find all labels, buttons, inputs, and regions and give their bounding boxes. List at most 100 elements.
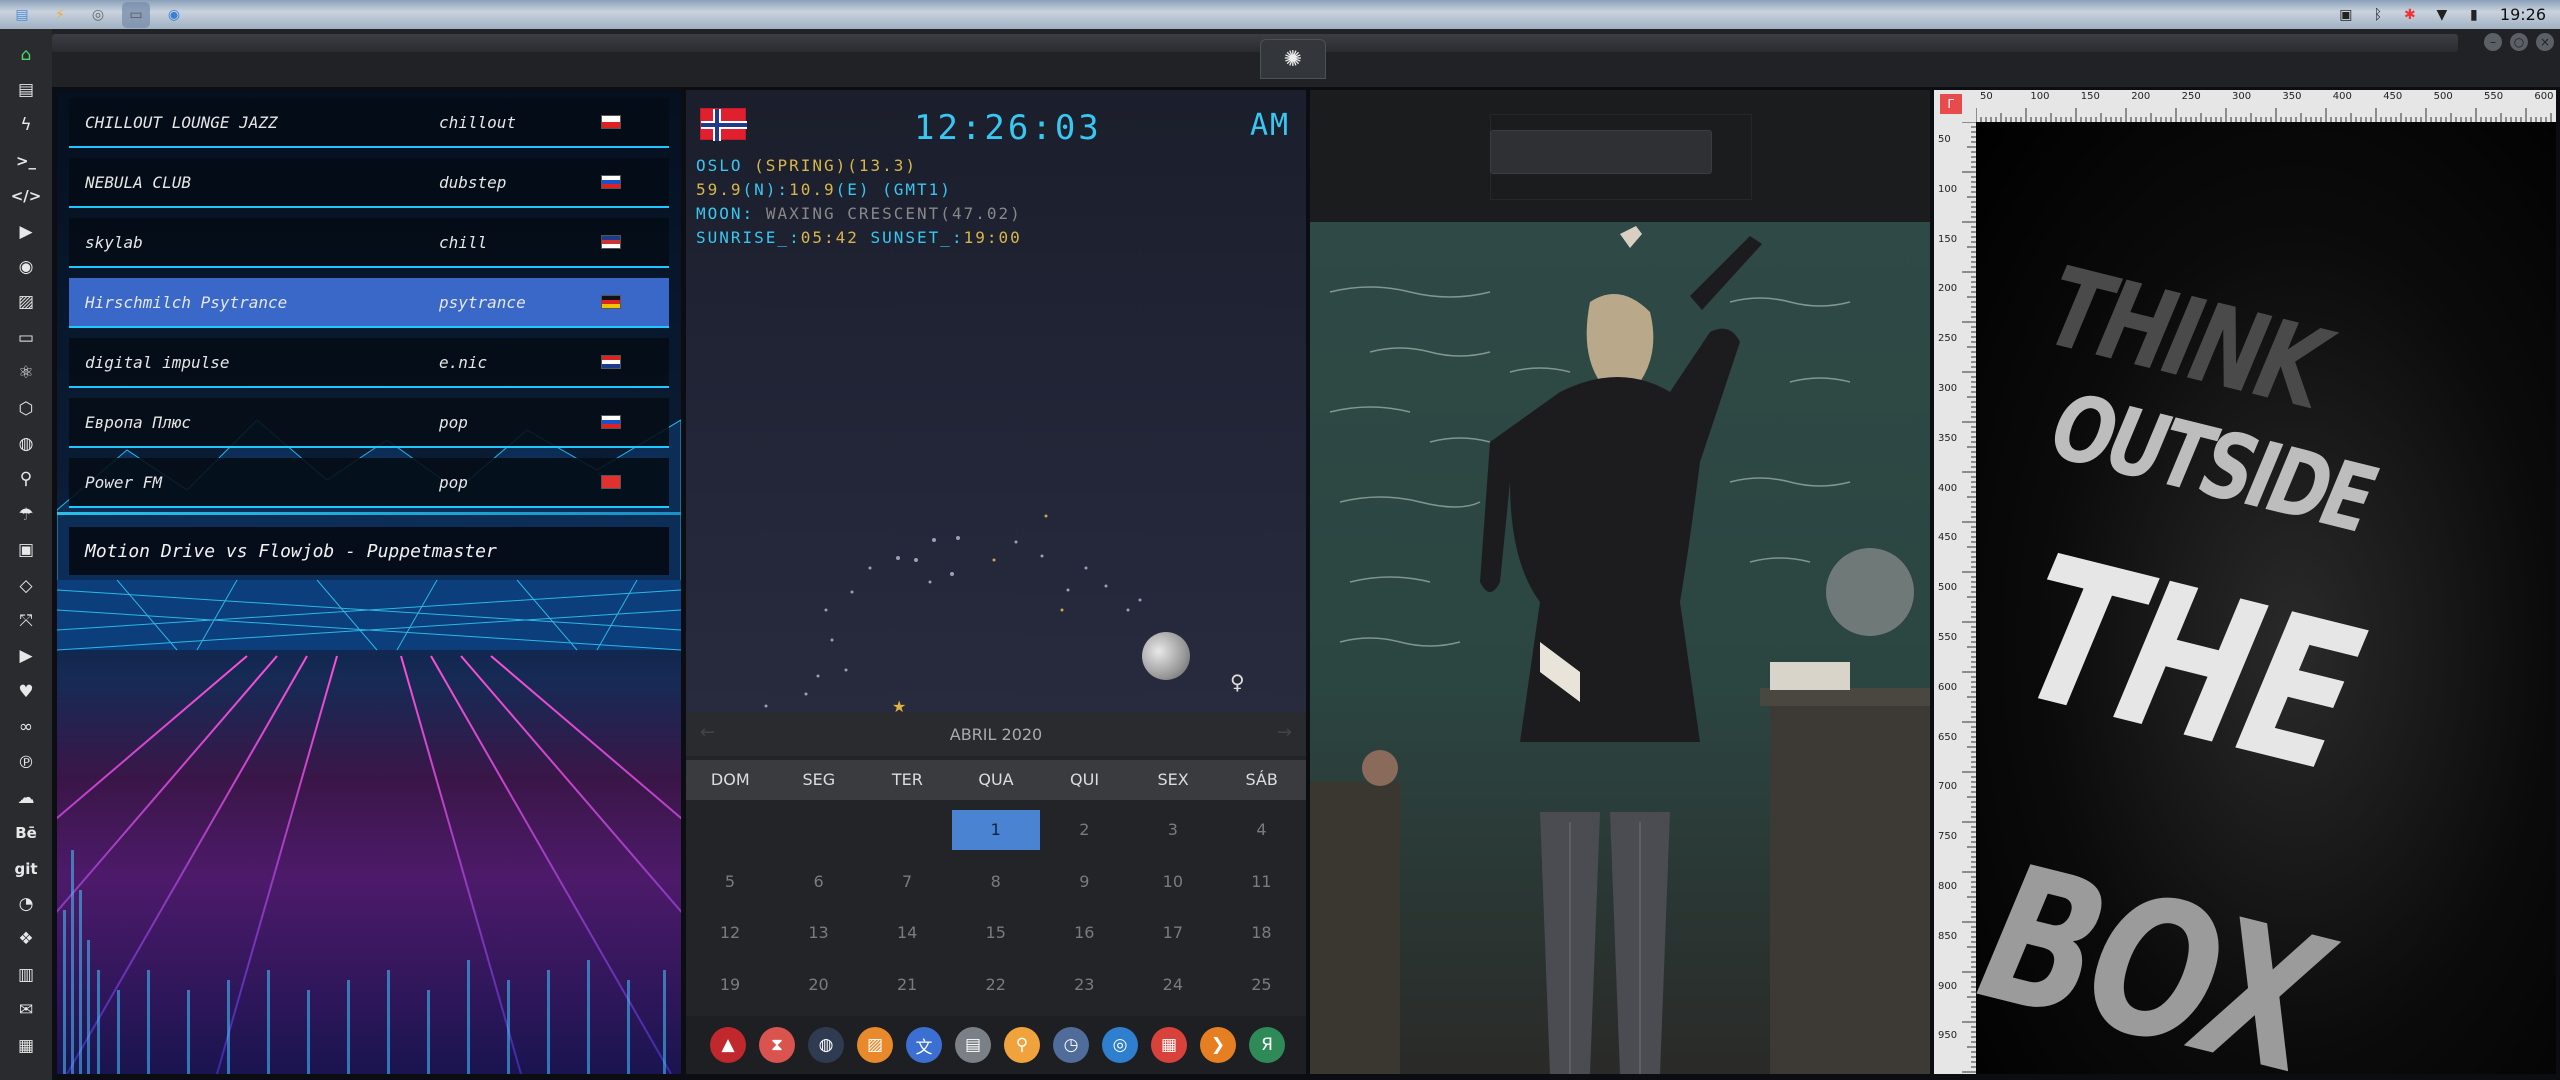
- ruler-poster-panel: Г 50 100 150 200 250 300 350 400 450 500 550 600 50…: [1934, 90, 2556, 1074]
- terminal-icon[interactable]: >_: [3, 143, 49, 178]
- files-icon[interactable]: ▤: [8, 2, 36, 28]
- picture-icon[interactable]: ▨: [3, 285, 49, 320]
- prev-month-button[interactable]: ←: [700, 722, 715, 743]
- calendar-day[interactable]: 13: [775, 913, 863, 953]
- next-month-button[interactable]: →: [1277, 722, 1292, 743]
- bolt-icon[interactable]: ⚡: [46, 2, 74, 28]
- infinity-icon[interactable]: ∞: [3, 709, 49, 744]
- translate-app-icon[interactable]: 文: [906, 1027, 942, 1063]
- calendar-day[interactable]: 2: [1040, 810, 1128, 850]
- globe-app-icon[interactable]: ◍: [808, 1027, 844, 1063]
- heart-icon[interactable]: ♥: [3, 674, 49, 709]
- code-icon[interactable]: </>: [3, 179, 49, 214]
- tag-icon[interactable]: ◇: [3, 568, 49, 603]
- station-row[interactable]: Power FM pop: [69, 458, 669, 508]
- calendar-day[interactable]: 19: [686, 965, 774, 1005]
- keyboard-icon[interactable]: ▦: [3, 1028, 49, 1063]
- bolt-icon[interactable]: ϟ: [3, 108, 49, 143]
- search-icon[interactable]: ⚲: [3, 462, 49, 497]
- maximize-button[interactable]: ○: [2510, 33, 2528, 51]
- station-genre: psytrance: [439, 292, 526, 312]
- station-row[interactable]: NEBULA CLUB dubstep: [69, 158, 669, 208]
- world-app-icon[interactable]: ◎: [1102, 1027, 1138, 1063]
- calendar-day[interactable]: 14: [863, 913, 951, 953]
- pointer-icon[interactable]: ◉: [3, 249, 49, 284]
- calendar-day[interactable]: 24: [1129, 965, 1217, 1005]
- clock-app-icon[interactable]: ◷: [1053, 1027, 1089, 1063]
- arrow-app-icon[interactable]: ❯: [1200, 1027, 1236, 1063]
- github-icon[interactable]: ◔: [3, 886, 49, 921]
- vertical-ruler[interactable]: 50 100 150 200 250 300 350 400 450 500 550 600 650 70…: [1934, 122, 1976, 1074]
- calendar-day[interactable]: 3: [1129, 810, 1217, 850]
- git-icon[interactable]: git: [3, 851, 49, 886]
- image-icon[interactable]: ▣: [2336, 5, 2356, 25]
- station-row[interactable]: skylab chill: [69, 218, 669, 268]
- calendar-month: ABRIL 2020: [949, 724, 1043, 744]
- ruler-corner[interactable]: Г: [1934, 90, 1976, 122]
- country-flag-icon: [601, 115, 621, 129]
- calendar-day[interactable]: 25: [1217, 965, 1305, 1005]
- calendar-day[interactable]: 17: [1129, 913, 1217, 953]
- youtube-icon[interactable]: ▶: [3, 639, 49, 674]
- calendar-day[interactable]: 5: [686, 862, 774, 902]
- minimize-button[interactable]: –: [2484, 33, 2502, 51]
- station-row[interactable]: Европа Плюс pop: [69, 398, 669, 448]
- image-viewer-app-icon[interactable]: ▨: [857, 1027, 893, 1063]
- mail-icon[interactable]: ✉: [3, 993, 49, 1028]
- calendar-day[interactable]: 9: [1040, 862, 1128, 902]
- react-icon[interactable]: ⚛: [3, 356, 49, 391]
- hexagon-icon[interactable]: ⬡: [3, 391, 49, 426]
- alert-icon[interactable]: ✱: [2400, 5, 2420, 25]
- calendar-day[interactable]: 12: [686, 913, 774, 953]
- play-icon[interactable]: ▶: [3, 214, 49, 249]
- station-row[interactable]: Hirschmilch Psytrance psytrance: [69, 278, 669, 328]
- horizontal-ruler[interactable]: 50 100 150 200 250 300 350 400 450 500 550 600: [1976, 90, 2556, 122]
- rebel-alliance-icon[interactable]: ✺: [1260, 39, 1326, 79]
- calendar-day[interactable]: 18: [1217, 913, 1305, 953]
- wifi-icon[interactable]: ▼: [2432, 5, 2452, 25]
- globe-icon[interactable]: ◍: [3, 426, 49, 461]
- gimp-icon[interactable]: ◎: [84, 2, 112, 28]
- close-button[interactable]: ×: [2536, 33, 2554, 51]
- battery-icon[interactable]: ▮: [2464, 5, 2484, 25]
- titlebar-drag-area[interactable]: [52, 34, 2458, 52]
- calendar-day[interactable]: 6: [775, 862, 863, 902]
- calendar-day[interactable]: 20: [775, 965, 863, 1005]
- calendar-day[interactable]: 16: [1040, 913, 1128, 953]
- window-icon[interactable]: ▭: [122, 1, 150, 28]
- station-row[interactable]: CHILLOUT LOUNGE JAZZ chillout: [69, 98, 669, 148]
- search-app-icon[interactable]: ⚲: [1004, 1027, 1040, 1063]
- image-name-field[interactable]: [1490, 130, 1712, 174]
- panel-clock[interactable]: 19:26: [2500, 5, 2546, 24]
- cubes-icon[interactable]: ❖: [3, 922, 49, 957]
- calendar-day[interactable]: 15: [952, 913, 1040, 953]
- calendar-day[interactable]: 8: [952, 862, 1040, 902]
- calendar-day[interactable]: 4: [1217, 810, 1305, 850]
- station-row[interactable]: digital impulse e.nic: [69, 338, 669, 388]
- triangle-app-icon[interactable]: ▲: [710, 1027, 746, 1063]
- news-app-icon[interactable]: ▤: [955, 1027, 991, 1063]
- calendar-day[interactable]: 21: [863, 965, 951, 1005]
- calendar-day[interactable]: 7: [863, 862, 951, 902]
- map-icon[interactable]: ▥: [3, 957, 49, 992]
- calendar-app-icon[interactable]: ▦: [1151, 1027, 1187, 1063]
- pinterest-icon[interactable]: ℗: [3, 745, 49, 780]
- id-card-icon[interactable]: ▭: [3, 320, 49, 355]
- contact-icon[interactable]: ▣: [3, 532, 49, 567]
- behance-icon[interactable]: Bē: [3, 816, 49, 851]
- calendar-day-today[interactable]: 1: [951, 810, 1040, 850]
- calendar-day[interactable]: 23: [1040, 965, 1128, 1005]
- home-icon[interactable]: ⌂: [3, 37, 49, 72]
- calendar-day[interactable]: 10: [1129, 862, 1217, 902]
- yandex-app-icon[interactable]: Я: [1249, 1027, 1285, 1063]
- bluetooth-icon[interactable]: ᛒ: [2368, 5, 2388, 25]
- calendar-day[interactable]: 11: [1217, 862, 1305, 902]
- cloud-icon[interactable]: ☁: [3, 780, 49, 815]
- expand-icon[interactable]: ⤧: [3, 603, 49, 638]
- star-map: ★: [764, 514, 1142, 712]
- calendar-day[interactable]: 22: [952, 965, 1040, 1005]
- chrome-icon[interactable]: ◉: [160, 2, 188, 28]
- document-icon[interactable]: ▤: [3, 72, 49, 107]
- umbrella-icon[interactable]: ☂: [3, 497, 49, 532]
- hourglass-app-icon[interactable]: ⧗: [759, 1027, 795, 1063]
